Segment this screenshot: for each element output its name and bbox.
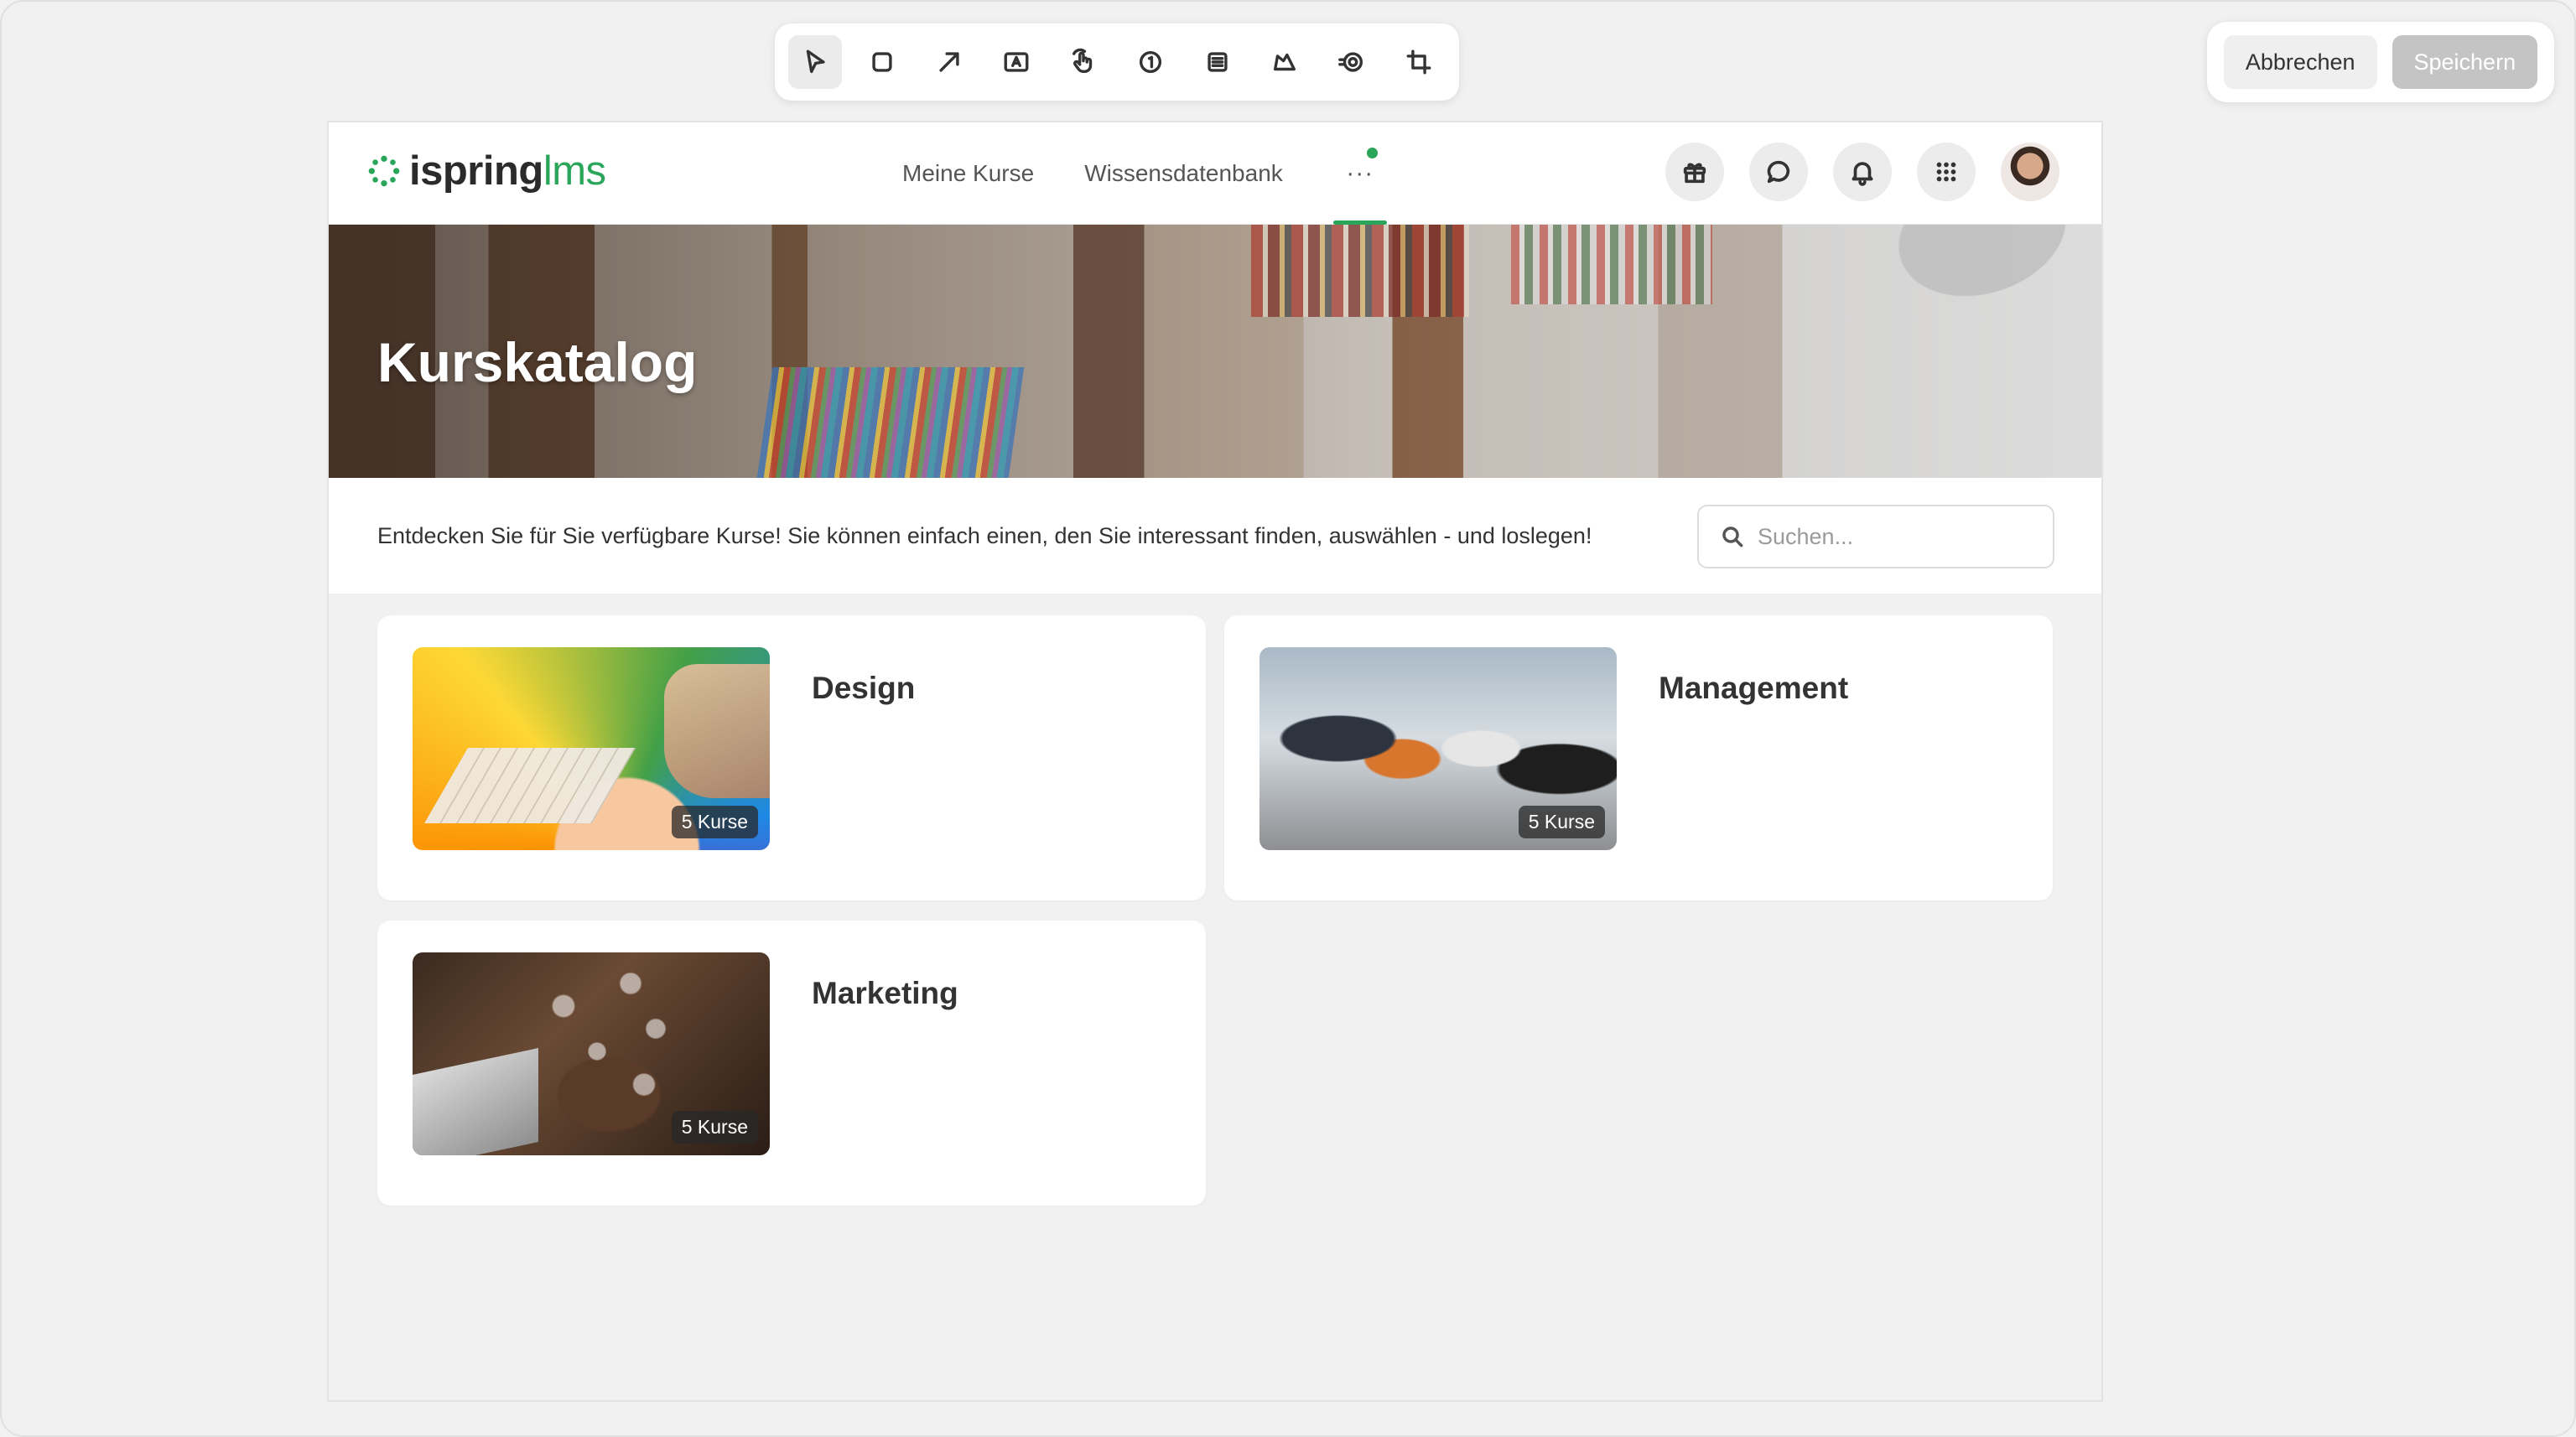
category-thumbnail: 5 Kurse: [413, 952, 770, 1155]
hero-decoration: [1251, 225, 1469, 317]
lms-page: ispringlms Meine Kurse Wissensdatenbank …: [327, 121, 2103, 1402]
pointer-tool-icon[interactable]: [788, 35, 842, 89]
save-button[interactable]: Speichern: [2392, 35, 2538, 89]
editor-actions: Abbrechen Speichern: [2207, 22, 2554, 102]
search-icon: [1722, 527, 1743, 547]
click-tool-icon[interactable]: [1057, 35, 1110, 89]
main-nav: Meine Kurse Wissensdatenbank ···: [902, 122, 1387, 225]
cancel-button[interactable]: Abbrechen: [2223, 35, 2377, 89]
chat-icon[interactable]: [1749, 143, 1808, 201]
course-count-badge: 5 Kurse: [671, 1111, 758, 1144]
annotation-toolbar: [775, 23, 1459, 101]
category-card-design[interactable]: 5 Kurse Design: [377, 615, 1206, 900]
logo-text: ispringlms: [409, 148, 606, 194]
category-title: Management: [1659, 671, 1849, 705]
course-count-badge: 5 Kurse: [1518, 806, 1605, 838]
hero-decoration: [1511, 225, 1712, 304]
crop-tool-icon[interactable]: [1392, 35, 1446, 89]
hero-banner: Kurskatalog: [329, 225, 2101, 478]
search-input[interactable]: [1758, 523, 2034, 550]
category-thumbnail: 5 Kurse: [413, 647, 770, 850]
hero-decoration: [1868, 225, 2101, 340]
notification-dot: [1366, 148, 1378, 158]
nav-more-button[interactable]: ···: [1332, 122, 1387, 225]
site-header: ispringlms Meine Kurse Wissensdatenbank …: [329, 122, 2101, 225]
highlight-tool-icon[interactable]: [1258, 35, 1311, 89]
blur-tool-icon[interactable]: [1191, 35, 1244, 89]
spotlight-tool-icon[interactable]: [1325, 35, 1379, 89]
category-title: Design: [812, 671, 916, 705]
rectangle-tool-icon[interactable]: [855, 35, 909, 89]
ispring-logo-icon: [368, 155, 400, 187]
page-title: Kurskatalog: [377, 331, 698, 393]
category-card-marketing[interactable]: 5 Kurse Marketing: [377, 921, 1206, 1206]
arrow-tool-icon[interactable]: [922, 35, 976, 89]
gift-icon[interactable]: [1665, 143, 1724, 201]
search-box[interactable]: [1697, 505, 2054, 568]
ispring-logo[interactable]: ispringlms: [366, 148, 606, 195]
nav-meine-kurse[interactable]: Meine Kurse: [902, 160, 1034, 187]
category-thumbnail: 5 Kurse: [1259, 647, 1617, 850]
intro-text: Entdecken Sie für Sie verfügbare Kurse! …: [377, 523, 1592, 548]
header-actions: [1665, 143, 2059, 201]
intro-bar: Entdecken Sie für Sie verfügbare Kurse! …: [329, 478, 2101, 594]
text-box-tool-icon[interactable]: [989, 35, 1043, 89]
hero-decoration: [756, 367, 1025, 478]
nav-wissensdatenbank[interactable]: Wissensdatenbank: [1084, 160, 1283, 187]
user-avatar[interactable]: [2001, 143, 2059, 201]
category-title: Marketing: [812, 976, 958, 1010]
editor-window: Abbrechen Speichern ispringlms Meine Kur…: [0, 0, 2576, 1437]
more-dots-icon: ···: [1346, 159, 1374, 187]
step-number-tool-icon[interactable]: [1124, 35, 1177, 89]
category-card-management[interactable]: 5 Kurse Management: [1224, 615, 2053, 900]
bell-icon[interactable]: [1833, 143, 1892, 201]
apps-grid-icon[interactable]: [1917, 143, 1976, 201]
course-count-badge: 5 Kurse: [671, 806, 758, 838]
